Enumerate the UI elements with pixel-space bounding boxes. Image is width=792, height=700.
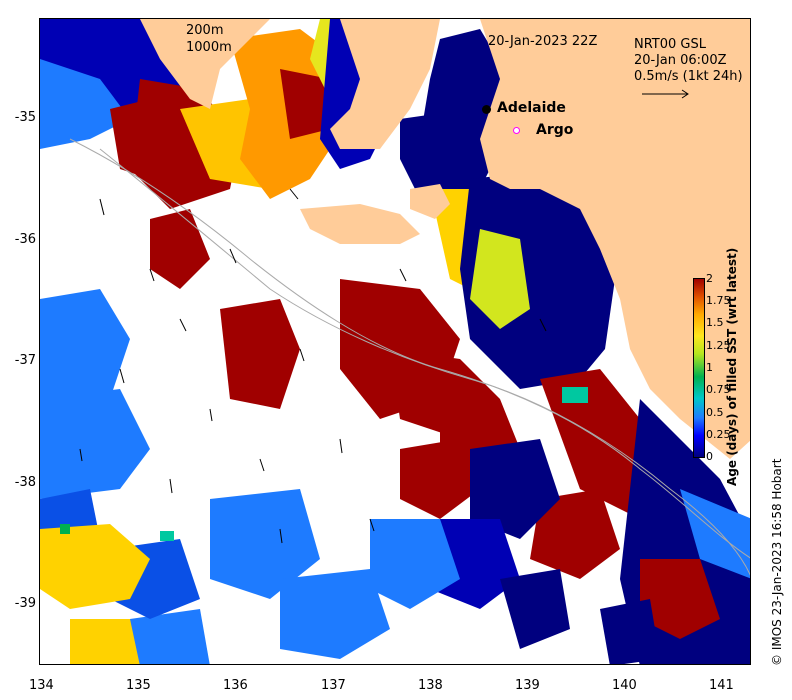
y-tick-label: -39 [14, 596, 36, 611]
product-label: NRT00 GSL [634, 37, 706, 52]
y-tick-label: -38 [14, 475, 36, 490]
colorbar-tick: 0 [706, 450, 713, 463]
colorbar-tick: 1.5 [706, 316, 724, 329]
colorbar-tick: 1 [706, 361, 713, 374]
isobath-deep-label: 1000m [186, 40, 232, 55]
x-tick-label: 137 [321, 678, 346, 693]
y-tick-label: -36 [14, 232, 36, 247]
argo-label: Argo [536, 122, 574, 138]
credit-label: © IMOS 23-Jan-2023 16:58 Hobart [770, 458, 784, 666]
y-tick-label: -37 [14, 353, 36, 368]
x-tick-label: 134 [29, 678, 54, 693]
x-tick-label: 141 [709, 678, 734, 693]
sst-map [40, 19, 750, 664]
current-scale-label: 0.5m/s (1kt 24h) [634, 69, 743, 84]
isobath-shallow-label: 200m [186, 23, 224, 38]
current-time-label: 20-Jan 06:00Z [634, 53, 727, 68]
adelaide-label: Adelaide [497, 100, 566, 116]
colorbar-tick: 2 [706, 272, 713, 285]
colorbar-title: Age (days) of filled SST (wrt latest) [725, 247, 739, 486]
x-tick-label: 140 [612, 678, 637, 693]
x-tick-label: 136 [223, 678, 248, 693]
map-area[interactable]: Adelaide Argo [39, 18, 751, 665]
timestamp-label: 20-Jan-2023 22Z [488, 34, 598, 49]
x-tick-label: 135 [126, 678, 151, 693]
x-tick-label: 139 [515, 678, 540, 693]
colorbar [693, 278, 705, 458]
current-scale-arrow [642, 89, 689, 99]
y-tick-label: -35 [14, 110, 36, 125]
adelaide-marker [482, 105, 491, 114]
x-tick-label: 138 [418, 678, 443, 693]
colorbar-tick: 0.5 [706, 406, 724, 419]
argo-marker [513, 127, 520, 134]
